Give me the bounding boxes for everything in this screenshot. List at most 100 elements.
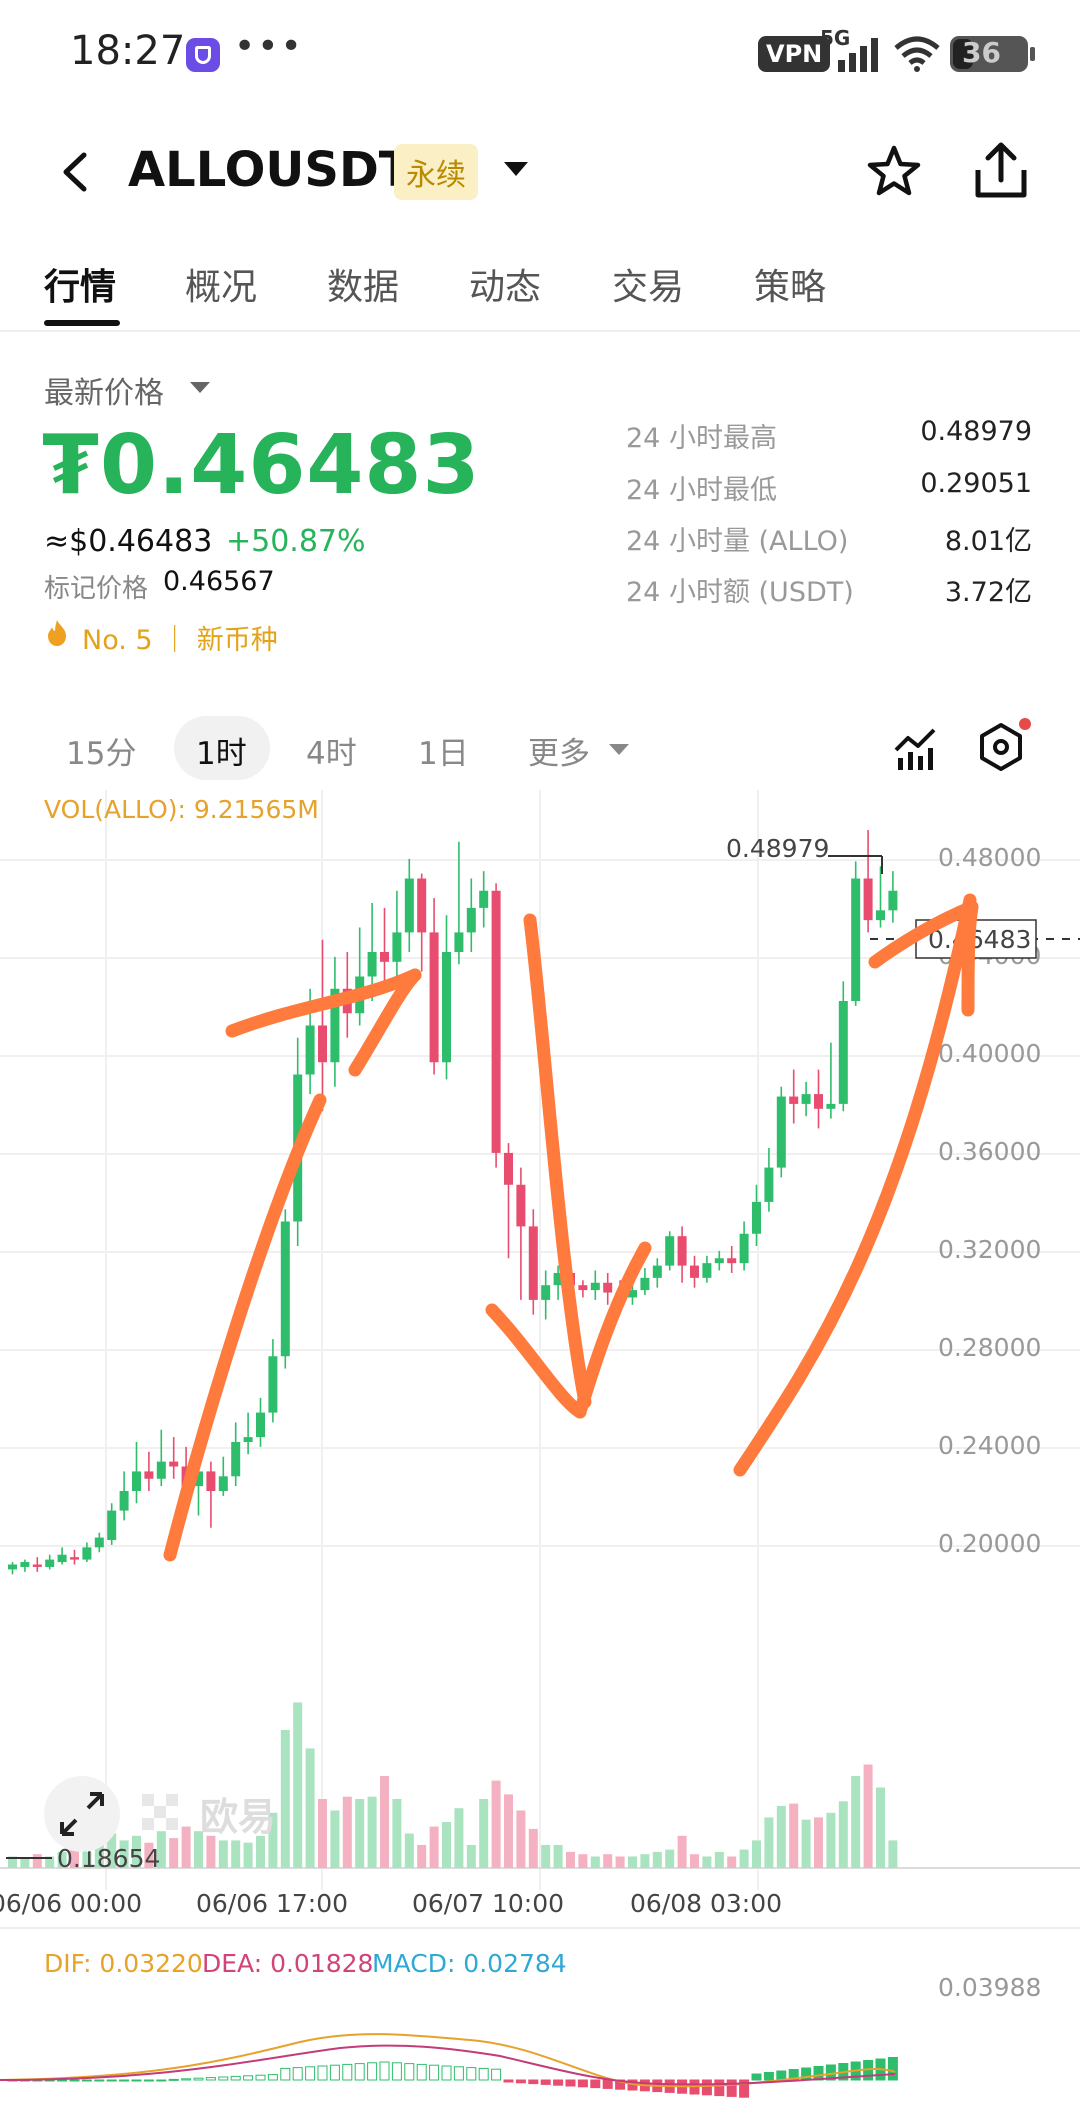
- volume-bar: [392, 1799, 402, 1868]
- rank-tag[interactable]: No. 5 ｜ 新币种: [82, 618, 278, 657]
- volume-bar: [578, 1854, 588, 1868]
- volume-bar: [293, 1702, 303, 1868]
- share-icon[interactable]: [972, 140, 1030, 200]
- caret-down-icon[interactable]: [609, 744, 629, 755]
- candle: [801, 1094, 811, 1104]
- candle: [231, 1442, 241, 1477]
- volume-bar: [863, 1764, 873, 1868]
- volume-bar: [789, 1803, 799, 1868]
- x-axis-labels: 06/06 00:00 06/06 17:00 06/07 10:00 06/08 0…: [0, 1889, 782, 1918]
- tab-overview[interactable]: 概况: [185, 258, 257, 310]
- volume-bar: [665, 1849, 675, 1868]
- tab-strategy[interactable]: 策略: [754, 258, 826, 310]
- candle: [45, 1559, 55, 1567]
- macd-bar: [726, 2079, 737, 2097]
- candle: [57, 1554, 67, 1563]
- macd-bar: [131, 2079, 142, 2082]
- candle: [764, 1167, 774, 1202]
- macd-bar: [441, 2065, 452, 2081]
- tab-news[interactable]: 动态: [469, 258, 541, 310]
- macd-dif-label: DIF: 0.03220: [44, 1949, 203, 1978]
- volume-bar: [231, 1840, 241, 1868]
- volume-bar: [466, 1845, 476, 1868]
- notification-dot: [1019, 718, 1031, 730]
- candle: [280, 1221, 290, 1357]
- volume-bar: [417, 1845, 427, 1868]
- divider: [0, 330, 1080, 332]
- candle: [814, 1094, 823, 1109]
- shield-icon: [186, 38, 220, 72]
- candle: [863, 878, 873, 921]
- volume-bar: [442, 1822, 451, 1868]
- candle: [640, 1277, 650, 1291]
- chevron-down-icon[interactable]: [504, 162, 528, 176]
- y-tick-label: 0.32000: [938, 1235, 1041, 1264]
- volume-bar: [330, 1810, 340, 1868]
- pair-title[interactable]: ALLOUSDT: [128, 142, 412, 198]
- macd-bar: [280, 2067, 291, 2081]
- candle: [404, 878, 414, 933]
- volume-bar: [838, 1801, 848, 1868]
- macd-bar: [391, 2062, 402, 2081]
- star-icon[interactable]: [866, 144, 922, 200]
- candle: [479, 890, 489, 908]
- interval-4h[interactable]: 4时: [306, 728, 357, 773]
- candle: [677, 1236, 687, 1266]
- candle: [119, 1491, 129, 1511]
- caret-down-icon[interactable]: [190, 382, 210, 393]
- macd-bar: [267, 2074, 278, 2081]
- indicator-icon[interactable]: [894, 726, 938, 770]
- macd-bar: [342, 2063, 353, 2081]
- candle: [826, 1103, 836, 1109]
- volume-bar: [714, 1851, 724, 1868]
- volume-bar: [218, 1840, 228, 1868]
- battery-percent: 36: [962, 36, 1001, 69]
- candle: [851, 878, 861, 1001]
- macd-bar: [156, 2079, 167, 2082]
- volume-bar: [814, 1817, 823, 1868]
- macd-bar: [453, 2066, 464, 2081]
- settings-icon[interactable]: [978, 722, 1024, 772]
- y-tick-label: 0.24000: [938, 1431, 1041, 1460]
- interval-more[interactable]: 更多: [528, 728, 590, 773]
- mark-price-value: 0.46567: [163, 566, 275, 597]
- volume-bar: [206, 1835, 216, 1868]
- macd-bar: [416, 2063, 427, 2081]
- volume-bar: [169, 1838, 179, 1868]
- tab-trade[interactable]: 交易: [612, 258, 684, 310]
- macd-bar: [714, 2079, 725, 2097]
- macd-histogram: [7, 2057, 898, 2098]
- volume-bar: [739, 1849, 749, 1868]
- interval-1d[interactable]: 1日: [418, 728, 469, 773]
- volume-bar: [380, 1776, 389, 1868]
- last-price: ₮0.46483: [42, 418, 481, 513]
- volume-bar: [491, 1780, 501, 1868]
- candle: [739, 1233, 749, 1264]
- candlestick-chart[interactable]: 0.480000.440000.400000.360000.320000.280…: [0, 790, 1080, 2110]
- candle: [714, 1258, 724, 1264]
- interval-15m[interactable]: 15分: [66, 728, 136, 773]
- volume-bar: [404, 1833, 414, 1868]
- macd-bar: [751, 2073, 762, 2081]
- candle: [367, 952, 377, 977]
- mark-price-label: 标记价格: [44, 574, 149, 604]
- volume-bar: [628, 1856, 637, 1868]
- volume-bar: [479, 1799, 489, 1868]
- stat-low-value: 0.29051: [920, 468, 1032, 499]
- macd-bar: [466, 2067, 477, 2081]
- macd-bar: [367, 2062, 378, 2081]
- watermark-text: 欧易: [200, 1795, 276, 1839]
- candle: [528, 1226, 538, 1300]
- interval-1h[interactable]: 1时: [196, 728, 247, 773]
- candle: [727, 1258, 737, 1264]
- volume-bar: [590, 1856, 600, 1868]
- change-percent: +50.87%: [226, 524, 366, 559]
- back-arrow-icon[interactable]: [60, 152, 90, 192]
- macd-bar: [354, 2063, 365, 2081]
- tab-data[interactable]: 数据: [327, 258, 399, 310]
- arrow-head-right-side: [961, 900, 979, 1017]
- macd-bar: [503, 2079, 514, 2083]
- candle: [876, 910, 885, 921]
- tab-market[interactable]: 行情: [44, 258, 116, 310]
- latest-price-label[interactable]: 最新价格: [44, 368, 164, 412]
